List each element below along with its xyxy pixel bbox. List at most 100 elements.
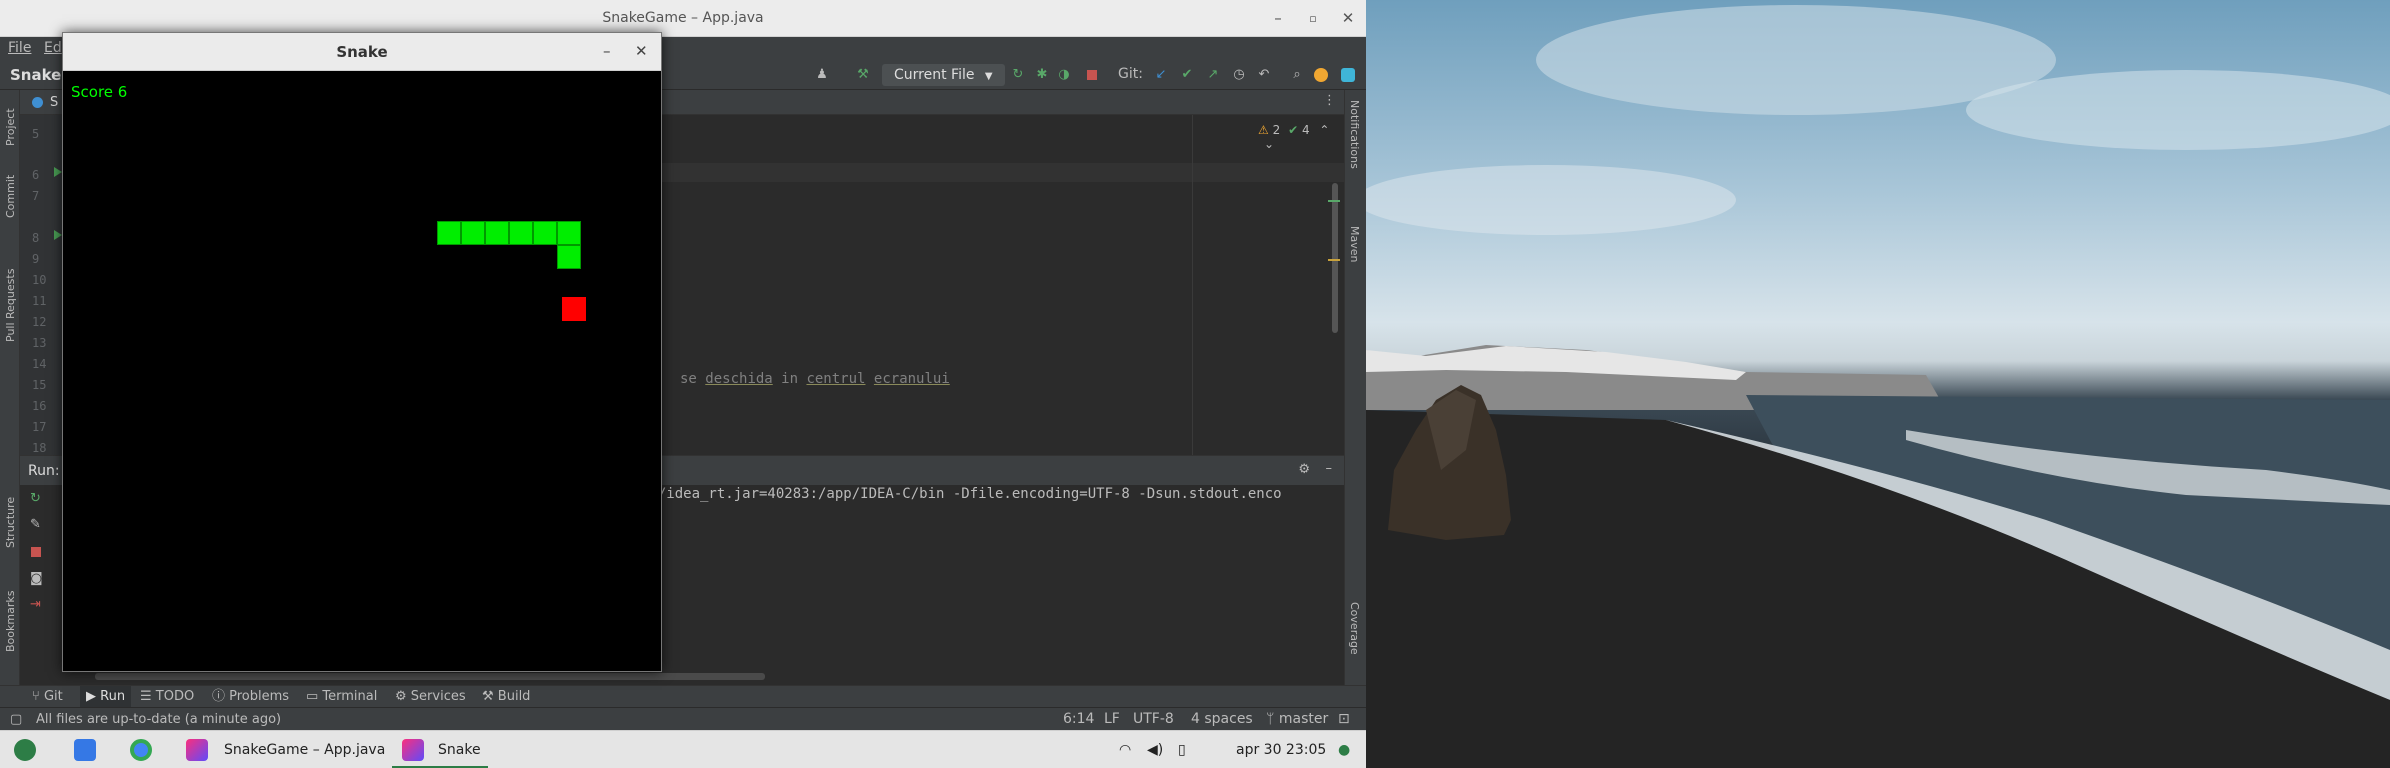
tab-terminal[interactable]: ▭ Terminal xyxy=(306,686,377,708)
inspection-widget[interactable]: ⚠ 2 ✔ 4 ⌃ ⌄ xyxy=(1258,123,1344,151)
line-number: 18 xyxy=(32,441,47,455)
play-icon: ▶ xyxy=(86,689,101,704)
tab-build[interactable]: ⚒ Build xyxy=(482,686,530,708)
user-icon[interactable]: ♟ xyxy=(814,67,830,83)
minimize-icon[interactable]: – xyxy=(603,42,611,60)
chevron-down-icon[interactable]: ⌄ xyxy=(1264,137,1274,151)
score-label: Score 6 xyxy=(71,83,128,101)
clock[interactable]: apr 30 23:05 xyxy=(1236,731,1326,768)
git-push-icon[interactable]: ↗ xyxy=(1205,67,1221,83)
tool-coverage[interactable]: Coverage xyxy=(1348,602,1361,655)
battery-icon[interactable]: ▯ xyxy=(1178,731,1186,768)
food-apple xyxy=(562,297,586,321)
line-number: 10 xyxy=(32,273,47,287)
line-number: 16 xyxy=(32,399,47,413)
taskbar-app-label[interactable]: Snake xyxy=(438,731,481,768)
wrench-icon[interactable]: ✎ xyxy=(30,517,41,532)
wifi-icon[interactable]: ◠ xyxy=(1119,731,1131,768)
rerun-icon[interactable]: ↻ xyxy=(1010,67,1026,83)
line-gutter: 5 6 7 8 9 10 11 12 13 14 15 16 17 18 xyxy=(20,115,64,455)
git-branch[interactable]: ᛘ master xyxy=(1266,708,1328,730)
zorin-menu-icon[interactable] xyxy=(14,739,36,761)
files-icon[interactable] xyxy=(74,739,96,761)
line-number: 14 xyxy=(32,357,47,371)
tool-structure[interactable]: Structure xyxy=(4,497,17,548)
tool-project[interactable]: Project xyxy=(4,108,17,146)
file-encoding[interactable]: UTF-8 xyxy=(1133,708,1174,730)
hide-panel-icon[interactable]: – xyxy=(1326,461,1333,476)
indent-setting[interactable]: 4 spaces xyxy=(1191,708,1253,730)
more-icon[interactable]: ⋮ xyxy=(1323,93,1336,108)
tab-problems[interactable]: ⓘ Problems xyxy=(212,686,289,708)
snake-head xyxy=(557,245,581,269)
run-gutter-icon[interactable] xyxy=(54,230,62,240)
lock-icon[interactable]: ⊡ xyxy=(1338,708,1350,730)
history-icon[interactable]: ◷ xyxy=(1231,67,1247,83)
hammer-icon: ⚒ xyxy=(482,689,498,704)
run-panel-label: Run: xyxy=(28,463,60,479)
tool-pull-requests[interactable]: Pull Requests xyxy=(4,269,17,342)
tab-git[interactable]: ⑂ Git xyxy=(32,686,63,708)
snake-segment xyxy=(557,221,581,245)
updates-icon[interactable] xyxy=(1314,68,1328,82)
tool-maven[interactable]: Maven xyxy=(1348,226,1361,262)
notification-dot-icon[interactable]: ● xyxy=(1338,731,1350,768)
line-separator[interactable]: LF xyxy=(1104,708,1120,730)
snake-game-window[interactable]: Snake – ✕ Score 6 xyxy=(62,32,662,672)
tab-run[interactable]: ▶ Run xyxy=(80,686,132,708)
settings-gear-icon[interactable]: ⚙ xyxy=(1298,462,1310,477)
line-number: 15 xyxy=(32,378,47,392)
tab-services[interactable]: ⚙ Services xyxy=(395,686,466,708)
status-message[interactable]: All files are up-to-date (a minute ago) xyxy=(36,708,281,730)
search-icon[interactable]: ⌕ xyxy=(1289,67,1305,83)
stop-icon[interactable] xyxy=(1087,70,1097,80)
caret-position[interactable]: 6:14 xyxy=(1063,708,1094,730)
camera-icon[interactable]: ◙ xyxy=(30,571,43,586)
warning-icon: ⚠ xyxy=(1258,123,1269,137)
beach-landscape-image xyxy=(1366,5,2390,768)
game-board[interactable]: Score 6 xyxy=(63,71,661,671)
close-icon[interactable]: ✕ xyxy=(1333,0,1363,37)
line-number: 8 xyxy=(32,231,40,245)
bottom-tool-tabs: ⑂ Git ▶ Run ☰ TODO ⓘ Problems ▭ Terminal… xyxy=(0,685,1366,708)
snake-titlebar[interactable]: Snake – ✕ xyxy=(63,33,661,71)
tab-app-java[interactable]: S xyxy=(30,90,58,115)
stop-icon[interactable] xyxy=(31,547,41,557)
chrome-icon[interactable] xyxy=(130,739,152,761)
close-icon[interactable]: ✕ xyxy=(635,42,648,60)
run-gutter-icon[interactable] xyxy=(54,167,62,177)
rollback-icon[interactable]: ↶ xyxy=(1256,67,1272,83)
right-tool-strip: Notifications Maven Coverage xyxy=(1344,90,1366,685)
chevron-up-icon[interactable]: ⌃ xyxy=(1319,123,1329,137)
maximize-icon[interactable]: ▫ xyxy=(1298,0,1328,37)
git-commit-icon[interactable]: ✔ xyxy=(1179,67,1195,83)
debug-icon[interactable]: ✱ xyxy=(1034,67,1050,83)
minimize-icon[interactable]: – xyxy=(1263,0,1293,37)
services-icon: ⚙ xyxy=(395,689,411,704)
git-update-icon[interactable]: ↙ xyxy=(1153,67,1169,83)
terminal-icon: ▭ xyxy=(306,689,323,704)
editor-scrollbar[interactable] xyxy=(1332,183,1338,333)
build-hammer-icon[interactable]: ⚒ xyxy=(855,67,871,83)
menu-edit[interactable]: Ed xyxy=(44,37,62,60)
intellij-icon[interactable] xyxy=(186,739,208,761)
warning-count: 2 xyxy=(1272,123,1281,137)
console-horizontal-scrollbar[interactable] xyxy=(95,673,765,680)
volume-icon[interactable]: ◀) xyxy=(1147,731,1163,768)
tool-bookmarks[interactable]: Bookmarks xyxy=(4,591,17,652)
line-number: 5 xyxy=(32,127,40,141)
coverage-icon[interactable]: ◑ xyxy=(1056,67,1072,83)
project-name[interactable]: Snake xyxy=(10,60,61,90)
intellij-icon[interactable] xyxy=(402,739,424,761)
tab-todo[interactable]: ☰ TODO xyxy=(140,686,194,708)
rerun-icon[interactable]: ↻ xyxy=(30,491,41,506)
taskbar-app-label[interactable]: SnakeGame – App.java xyxy=(224,731,385,768)
menu-file[interactable]: File xyxy=(8,37,31,60)
run-output-line: ib/idea_rt.jar=40283:/app/IDEA-C/bin -Df… xyxy=(641,486,1282,502)
ide-features-icon[interactable] xyxy=(1341,68,1355,82)
exit-icon[interactable]: ⇥ xyxy=(30,597,41,612)
run-config-dropdown[interactable]: Current File ▼ xyxy=(882,64,1005,86)
panel-toggle-icon[interactable]: ▢ xyxy=(10,712,22,727)
tool-notifications[interactable]: Notifications xyxy=(1348,100,1361,169)
tool-commit[interactable]: Commit xyxy=(4,175,17,218)
